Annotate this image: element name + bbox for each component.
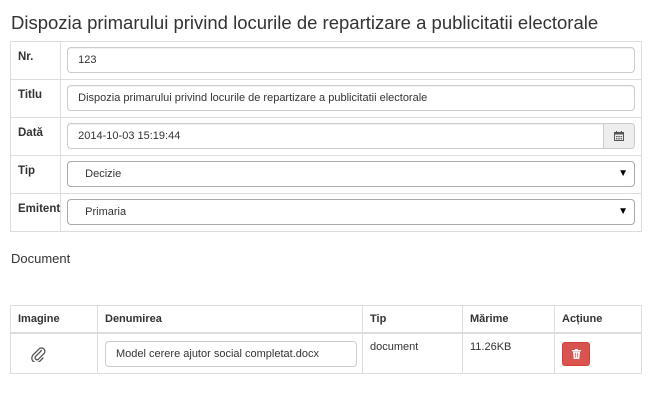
document-size-cell: 11.26KB [462, 332, 555, 374]
paperclip-icon[interactable] [30, 346, 46, 363]
attachment-cell [10, 332, 98, 374]
calendar-icon [614, 131, 624, 141]
nr-label: Nr. [9, 41, 62, 80]
form-row-tip: Tip Decizie ▼ [9, 155, 642, 194]
table-header-row: Imagine Denumirea Tip Mărime Acțiune [10, 305, 642, 334]
caret-down-icon: ▼ [618, 168, 628, 179]
column-header-actiune: Acțiune [554, 305, 642, 334]
document-type-cell: document [362, 332, 463, 374]
column-header-imagine: Imagine [10, 305, 98, 334]
data-label: Dată [9, 117, 62, 156]
emitent-select[interactable]: Primaria ▼ [67, 199, 635, 225]
table-row: Model cerere ajutor social completat.doc… [10, 332, 642, 374]
tip-selected-value: Decizie [85, 168, 122, 180]
tip-select[interactable]: Decizie ▼ [67, 161, 635, 187]
page-title: Dispozia primarului privind locurile de … [11, 12, 599, 33]
form-row-nr: Nr. 123 [9, 41, 642, 80]
caret-down-icon: ▼ [618, 206, 628, 217]
form-row-data: Dată 2014-10-03 15:19:44 [9, 117, 642, 156]
form-row-titlu: Titlu Dispozia primarului privind locuri… [9, 79, 642, 118]
document-name-input[interactable]: Model cerere ajutor social completat.doc… [105, 340, 357, 367]
date-input[interactable]: 2014-10-03 15:19:44 [67, 123, 604, 149]
titlu-input[interactable]: Dispozia primarului privind locurile de … [67, 85, 635, 111]
trash-icon [571, 348, 581, 359]
emitent-selected-value: Primaria [85, 206, 127, 218]
titlu-label: Titlu [9, 79, 62, 118]
nr-input[interactable]: 123 [67, 47, 635, 73]
column-header-tip: Tip [362, 305, 463, 334]
tip-label: Tip [9, 155, 62, 194]
document-name-cell: Model cerere ajutor social completat.doc… [97, 332, 363, 374]
document-action-cell [554, 332, 642, 374]
column-header-marime: Mărime [462, 305, 555, 334]
date-picker-button[interactable] [604, 123, 635, 149]
delete-document-button[interactable] [562, 341, 590, 366]
documents-table: Imagine Denumirea Tip Mărime Acțiune Mod… [10, 305, 642, 374]
emitent-label: Emitent [9, 193, 62, 232]
date-picker: 2014-10-03 15:19:44 [67, 123, 635, 149]
document-details-form: Nr. 123 Titlu Dispozia primarului privin… [9, 41, 642, 232]
document-section-title: Document [11, 251, 71, 266]
form-row-emitent: Emitent Primaria ▼ [9, 193, 642, 232]
column-header-denumirea: Denumirea [97, 305, 363, 334]
